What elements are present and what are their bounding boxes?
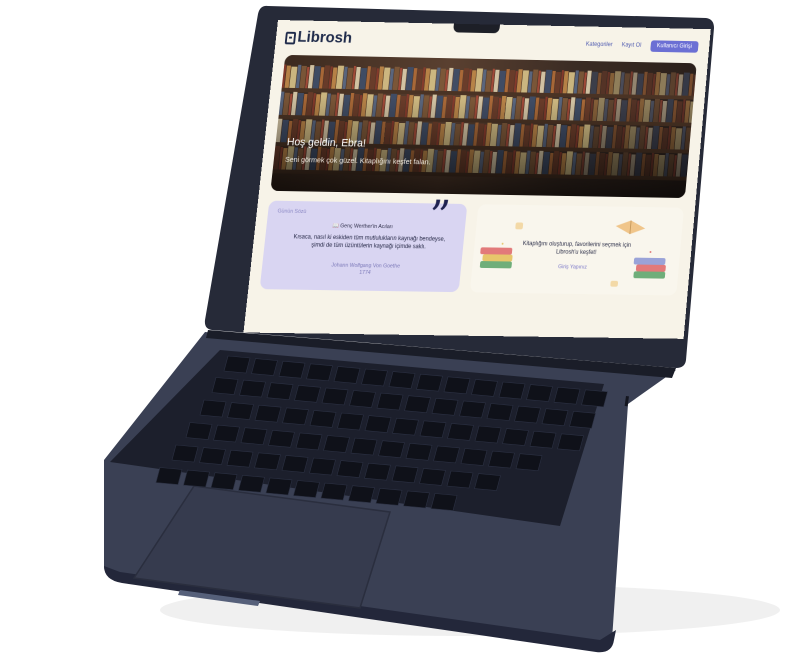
login-button[interactable]: Kullanıcı Girişi	[649, 40, 699, 53]
nav-register-link[interactable]: Kayıt Ol	[621, 43, 641, 49]
screen: Librosh Kategoriler Kayıt Ol Kullanıcı G…	[243, 20, 711, 339]
quote-label: Günün Sözü	[277, 208, 307, 215]
login-prompt-card: Kitaplığını oluşturup, favorilerini seçm…	[469, 204, 685, 296]
nav-links: Kategoriler Kayıt Ol Kullanıcı Girişi	[585, 39, 699, 53]
quote-of-the-day-card: Günün Sözü ” 📖 Genç Werther'in Acıları K…	[259, 192, 468, 293]
book-stack-left-icon	[479, 247, 513, 269]
quote-book-title: 📖 Genç Werther'in Acıları	[331, 223, 394, 231]
quote-text: Kısaca, nasıl ki eskiden tüm mutluluklar…	[293, 234, 446, 251]
login-link[interactable]: Giriş Yapınız	[558, 264, 587, 270]
logo-text: Librosh	[296, 29, 353, 47]
login-prompt-text: Kitaplığını oluşturup, favorilerini seçm…	[522, 241, 632, 257]
nav-categories-link[interactable]: Kategoriler	[586, 42, 613, 48]
librosh-logo[interactable]: Librosh	[284, 29, 353, 48]
book-stack-right-icon	[633, 257, 666, 279]
quote-marks-icon: ”	[426, 191, 453, 242]
hero-title: Hoş geldin, Ebra!	[286, 136, 367, 150]
open-book-icon: 📖	[331, 223, 340, 230]
quote-year: 1774	[358, 270, 371, 277]
open-book-illustration-icon	[615, 220, 646, 234]
book-icon	[284, 31, 297, 44]
quote-author: Johann Wolfgang Von Goethe 1774	[318, 262, 413, 278]
hero-banner: Hoş geldin, Ebra! Seni görmek çok güzel.…	[270, 54, 697, 199]
